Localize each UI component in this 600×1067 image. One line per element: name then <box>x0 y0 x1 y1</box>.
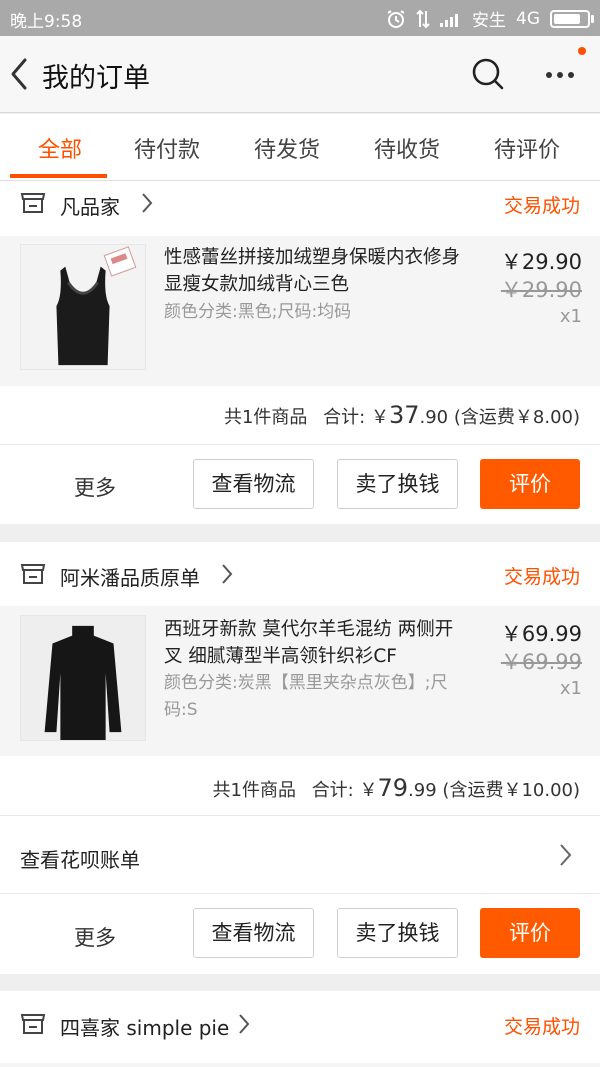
shop-name[interactable]: 凡品家 <box>60 191 120 220</box>
item-count: 共1件商品 <box>223 407 308 428</box>
product-spec: 颜色分类:黑色;尺码:均码 <box>164 302 352 322</box>
shop-name[interactable]: 四喜家 simple pie <box>60 1012 229 1041</box>
resell-button[interactable]: 卖了换钱 <box>337 459 458 509</box>
product-original-price: ￥29.90 <box>500 278 582 302</box>
product-quantity: x1 <box>559 678 582 699</box>
more-button[interactable]: 更多 <box>74 472 116 502</box>
battery-level <box>554 13 580 24</box>
shop-row[interactable]: 凡品家 交易成功 <box>0 181 600 231</box>
order-card: 阿米潘品质原单 交易成功 西班牙新款 莫代尔羊毛混纺 两侧开叉 细腻薄型半高领针… <box>0 542 600 974</box>
tab-pending-review[interactable]: 待评价 <box>467 132 587 164</box>
shipping-fee: (含运费￥8.00) <box>453 407 580 428</box>
order-status: 交易成功 <box>503 195 580 217</box>
total-integer: 79 <box>377 774 409 802</box>
chevron-right-icon <box>560 844 572 866</box>
order-tabs: 全部 待付款 待发货 待收货 待评价 <box>0 114 600 181</box>
total-label: 合计: <box>311 780 354 801</box>
view-logistics-button[interactable]: 查看物流 <box>193 908 314 958</box>
active-tab-indicator <box>10 174 107 178</box>
product-price: ￥69.99 <box>500 622 582 646</box>
divider <box>0 444 600 445</box>
back-arrow-icon[interactable] <box>6 54 36 94</box>
product-quantity: x1 <box>559 306 582 327</box>
review-button[interactable]: 评价 <box>480 459 580 509</box>
order-status: 交易成功 <box>503 566 580 588</box>
product-price: ￥29.90 <box>500 250 582 274</box>
product-image <box>20 615 146 741</box>
total-decimal: .99 <box>408 780 437 801</box>
product-image <box>20 244 146 370</box>
notification-dot <box>578 47 586 55</box>
product-original-price: ￥69.99 <box>500 650 582 674</box>
product-name[interactable]: 性感蕾丝拼接加绒塑身保暖内衣修身显瘦女款加绒背心三色 <box>164 244 464 298</box>
shop-icon <box>20 1014 46 1034</box>
order-item[interactable]: 西班牙新款 莫代尔羊毛混纺 两侧开叉 细腻薄型半高领针织衫CF 颜色分类:炭黑【… <box>0 606 600 756</box>
tab-all[interactable]: 全部 <box>0 132 120 164</box>
order-card: 四喜家 simple pie 交易成功 <box>0 991 600 1067</box>
order-item <box>0 1063 600 1067</box>
order-card: 凡品家 交易成功 性感蕾丝拼接加绒塑身保暖内衣修身显瘦女款加绒背心三色 颜色分类… <box>0 181 600 524</box>
tab-pending-receipt[interactable]: 待收货 <box>347 132 467 164</box>
shipping-fee: (含运费￥10.00) <box>442 780 580 801</box>
total-integer: 37 <box>388 401 420 429</box>
total-decimal: .90 <box>419 407 449 428</box>
signal-icon <box>440 13 458 27</box>
status-bar: 晚上9:58 安生 4G <box>0 0 600 36</box>
tab-pending-shipment[interactable]: 待发货 <box>227 132 347 164</box>
chevron-right-icon <box>142 193 153 213</box>
shop-name[interactable]: 阿米潘品质原单 <box>60 562 200 591</box>
total-currency: ￥ <box>370 407 389 428</box>
total-currency: ￥ <box>359 780 378 801</box>
more-menu-icon[interactable] <box>540 60 580 90</box>
header: 我的订单 <box>0 36 600 113</box>
shop-row[interactable]: 四喜家 simple pie 交易成功 <box>0 991 600 1041</box>
battery-icon <box>550 9 594 28</box>
total-label: 合计: <box>323 407 366 428</box>
shop-icon <box>20 564 46 584</box>
chevron-right-icon <box>222 564 233 584</box>
item-count: 共1件商品 <box>212 780 296 801</box>
status-time: 晚上9:58 <box>10 12 83 32</box>
more-button[interactable]: 更多 <box>74 922 116 952</box>
search-icon[interactable] <box>470 56 506 92</box>
alarm-icon <box>387 9 405 28</box>
page-title: 我的订单 <box>42 63 150 94</box>
order-status: 交易成功 <box>503 1016 580 1038</box>
resell-button[interactable]: 卖了换钱 <box>337 908 458 958</box>
carrier-label: 安生 <box>472 11 506 31</box>
view-logistics-button[interactable]: 查看物流 <box>193 459 314 509</box>
order-summary: 共1件商品 合计: ￥37.90 (含运费￥8.00) <box>224 401 580 429</box>
review-button[interactable]: 评价 <box>480 908 580 958</box>
divider <box>0 815 600 816</box>
order-item[interactable]: 性感蕾丝拼接加绒塑身保暖内衣修身显瘦女款加绒背心三色 颜色分类:黑色;尺码:均码… <box>0 236 600 386</box>
data-transfer-icon <box>416 9 430 28</box>
divider <box>0 893 600 894</box>
chevron-right-icon <box>239 1014 250 1034</box>
network-label: 4G <box>516 8 540 29</box>
product-spec: 颜色分类:炭黑【黑里夹杂点灰色】;尺码:S <box>164 673 448 720</box>
tab-pending-payment[interactable]: 待付款 <box>107 132 227 164</box>
huabei-bill-link[interactable]: 查看花呗账单 <box>20 844 140 873</box>
shop-icon <box>20 193 46 213</box>
shop-row[interactable]: 阿米潘品质原单 交易成功 <box>0 542 600 592</box>
order-summary: 共1件商品 合计: ￥79.99 (含运费￥10.00) <box>213 774 581 802</box>
product-name[interactable]: 西班牙新款 莫代尔羊毛混纺 两侧开叉 细腻薄型半高领针织衫CF <box>164 616 464 670</box>
